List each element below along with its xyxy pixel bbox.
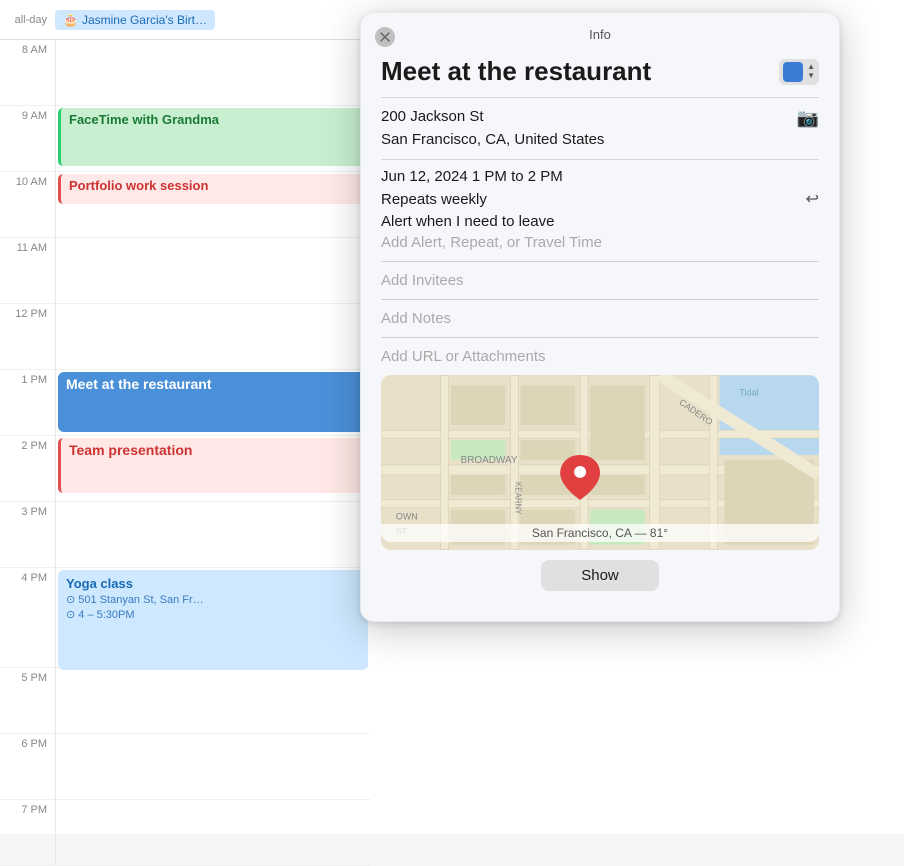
time-content-2pm: Team presentation [55,436,370,501]
time-label-12pm: 12 PM [0,304,55,320]
time-label-5pm: 5 PM [0,668,55,684]
time-content-7pm [55,800,370,865]
color-picker[interactable]: ▲ ▼ [779,59,819,85]
section-divider-1 [381,261,819,262]
divider-2 [381,159,819,160]
time-content-3pm [55,502,370,567]
facetime-event[interactable]: FaceTime with Grandma [58,108,368,166]
time-label-1pm: 1 PM [0,370,55,386]
svg-text:OWN: OWN [396,512,418,522]
yoga-clock-icon: ⊙ [66,609,75,621]
time-content-8am [55,40,370,105]
time-grid: 8 AM 9 AM FaceTime with Grandma 10 AM Po… [0,40,370,834]
datetime-text: Jun 12, 2024 1 PM to 2 PM [381,168,819,185]
stepper-down-icon[interactable]: ▼ [807,72,815,80]
time-content-1pm: Meet at the restaurant [55,370,370,435]
time-label-6pm: 6 PM [0,734,55,750]
restaurant-event[interactable]: Meet at the restaurant [58,372,368,432]
repeat-text: Repeats weekly [381,191,487,208]
svg-text:Tidal: Tidal [739,387,758,397]
svg-text:KEARNY: KEARNY [513,482,522,515]
repeat-icon[interactable]: ↩ [806,189,819,209]
allday-label: all-day [0,14,55,26]
allday-event[interactable]: 🎂 Jasmine Garcia's Birt… [55,10,215,30]
time-label-8am: 8 AM [0,40,55,56]
add-url-button[interactable]: Add URL or Attachments [381,348,819,365]
video-icon[interactable]: 📷 [797,108,819,129]
color-swatch [783,62,803,82]
portfolio-event[interactable]: Portfolio work session [58,174,368,204]
team-event[interactable]: Team presentation [58,438,368,493]
yoga-event[interactable]: Yoga class ⊙ 501 Stanyan St, San Fr… ⊙ 4… [58,570,368,670]
time-label-11am: 11 AM [0,238,55,254]
repeat-row: Repeats weekly ↩ [381,189,819,209]
time-slot-8am: 8 AM [0,40,370,106]
time-slot-12pm: 12 PM [0,304,370,370]
time-slot-6pm: 6 PM [0,734,370,800]
alert-text: Alert when I need to leave [381,213,819,230]
time-slot-1pm: 1 PM Meet at the restaurant [0,370,370,436]
event-title: Meet at the restaurant [381,56,651,87]
add-notes-button[interactable]: Add Notes [381,310,819,327]
svg-text:BROADWAY: BROADWAY [461,455,518,466]
popup-body: Meet at the restaurant ▲ ▼ 200 Jackson S… [361,56,839,621]
time-slot-9am: 9 AM FaceTime with Grandma [0,106,370,172]
info-popup: Info Meet at the restaurant ▲ ▼ 200 Jack… [360,12,840,622]
map-caption: San Francisco, CA — 81° [381,524,819,542]
birthday-icon: 🎂 [63,13,78,27]
time-slot-3pm: 3 PM [0,502,370,568]
map-area[interactable]: BROADWAY KEARNY CADERO OWN ST Tidal San … [381,375,819,550]
time-content-12pm [55,304,370,369]
section-divider-2 [381,299,819,300]
time-slot-7pm: 7 PM [0,800,370,866]
time-content-11am [55,238,370,303]
time-label-10am: 10 AM [0,172,55,188]
close-button[interactable] [375,27,395,47]
section-divider-3 [381,337,819,338]
add-alert-button[interactable]: Add Alert, Repeat, or Travel Time [381,234,819,251]
time-label-3pm: 3 PM [0,502,55,518]
time-content-6pm [55,734,370,799]
stepper-arrows[interactable]: ▲ ▼ [807,63,815,80]
time-slot-2pm: 2 PM Team presentation [0,436,370,502]
time-label-2pm: 2 PM [0,436,55,452]
time-label-4pm: 4 PM [0,568,55,584]
time-content-9am: FaceTime with Grandma [55,106,370,171]
time-label-9am: 9 AM [0,106,55,122]
time-slot-11am: 11 AM [0,238,370,304]
divider-1 [381,97,819,98]
allday-row: all-day 🎂 Jasmine Garcia's Birt… [0,0,370,40]
time-content-4pm: Yoga class ⊙ 501 Stanyan St, San Fr… ⊙ 4… [55,568,370,667]
show-button[interactable]: Show [541,560,659,591]
time-slot-5pm: 5 PM [0,668,370,734]
time-label-7pm: 7 PM [0,800,55,816]
time-content-5pm [55,668,370,733]
event-title-row: Meet at the restaurant ▲ ▼ [381,56,819,87]
popup-header: Info [361,13,839,52]
add-invitees-button[interactable]: Add Invitees [381,272,819,289]
location-row: 200 Jackson St San Francisco, CA, United… [381,106,819,151]
location-text: 200 Jackson St San Francisco, CA, United… [381,106,604,151]
time-slot-10am: 10 AM Portfolio work session [0,172,370,238]
time-slot-4pm: 4 PM Yoga class ⊙ 501 Stanyan St, San Fr… [0,568,370,668]
time-content-10am: Portfolio work session [55,172,370,237]
popup-title: Info [377,27,823,52]
close-icon [380,32,390,42]
yoga-location-icon: ⊙ [66,594,75,606]
stepper-up-icon[interactable]: ▲ [807,63,815,71]
